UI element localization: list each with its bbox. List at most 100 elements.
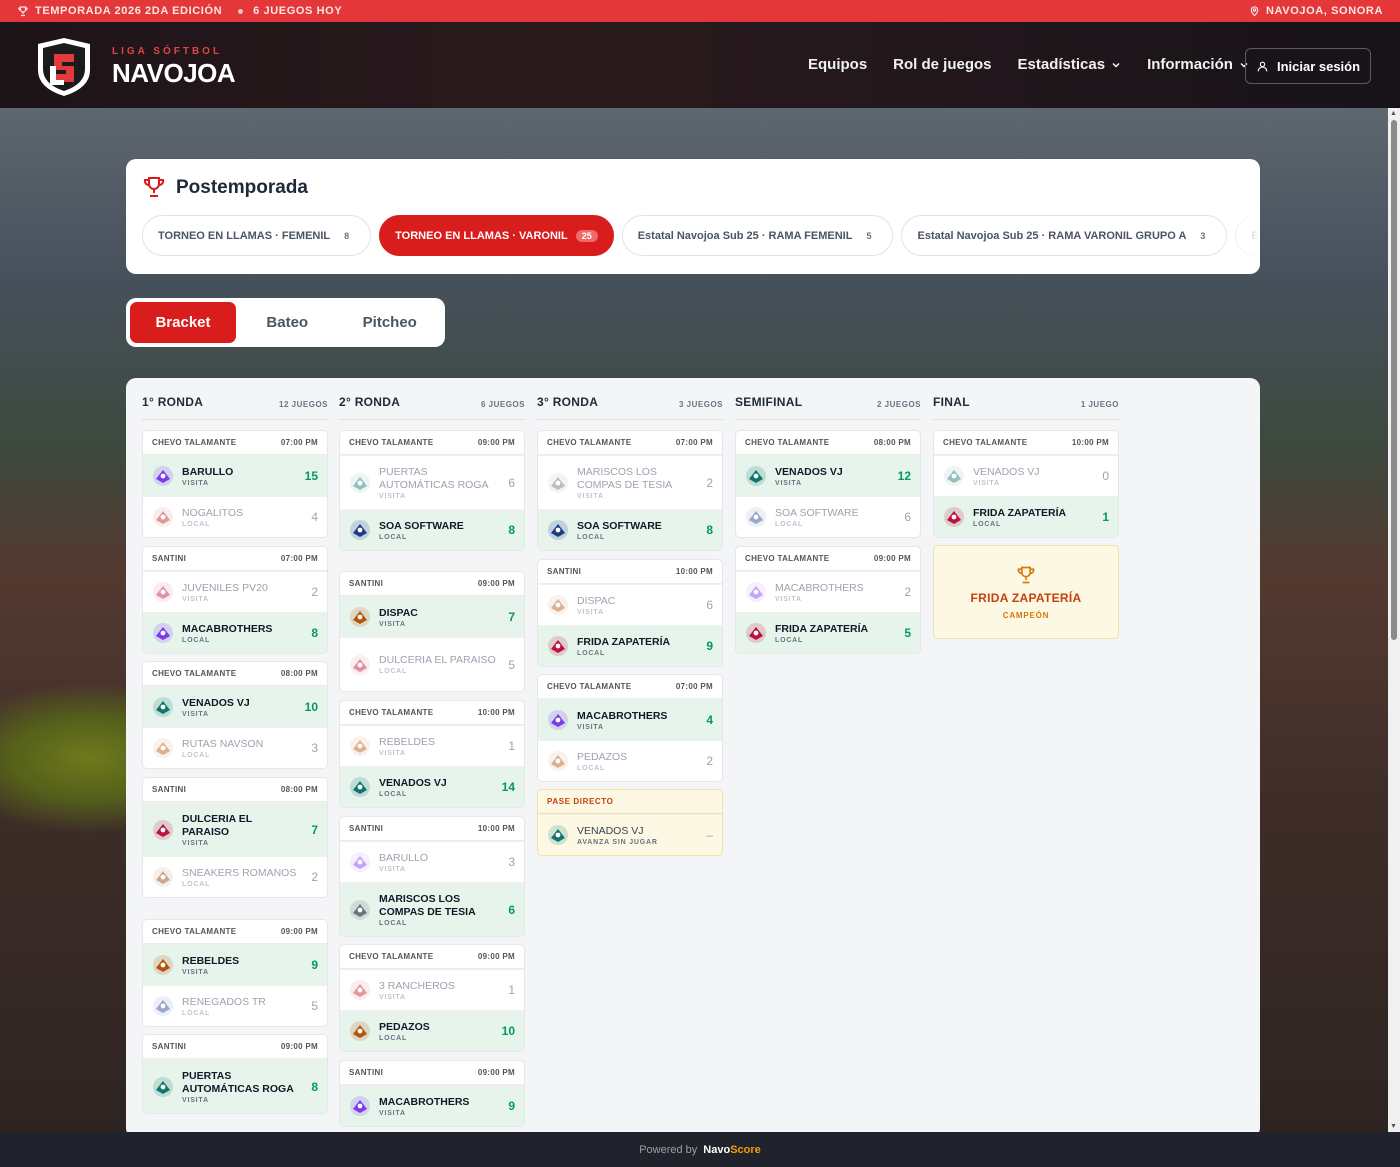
champion-card[interactable]: FRIDA ZAPATERÍA CAMPEÓN [933,545,1119,639]
team-row[interactable]: JUVENILES PV20 VISITA 2 [143,571,327,612]
game-card[interactable]: SANTINI 09:00 PM PUERTAS AUTOMÁTICAS ROGA V… [142,1034,328,1114]
team-name: PUERTAS AUTOMÁTICAS ROGA [379,465,489,491]
team-name: VENADOS VJ [379,776,447,789]
team-row[interactable]: REBELDES VISITA 1 [340,725,524,766]
team-role: LOCAL [379,1034,408,1042]
team-row[interactable]: PEDAZOS LOCAL 10 [340,1010,524,1051]
team-row[interactable]: DULCERIA EL PARAISO VISITA 7 [143,802,327,856]
team-row[interactable]: VENADOS VJ VISITA 12 [736,455,920,496]
game-card[interactable]: SANTINI 10:00 PM BARULLO VISITA 3 MARISCOS LO… [339,816,525,937]
game-card[interactable]: CHEVO TALAMANTE 10:00 PM VENADOS VJ VISITA 0… [933,430,1119,538]
nav-equipos[interactable]: Equipos [808,56,867,73]
team-row[interactable]: PUERTAS AUTOMÁTICAS ROGA VISITA 8 [143,1059,327,1113]
game-card[interactable]: SANTINI 08:00 PM DULCERIA EL PARAISO VISITA… [142,777,328,898]
game-time: 07:00 PM [675,682,713,691]
game-card[interactable]: CHEVO TALAMANTE 10:00 PM REBELDES VISITA 1 VE… [339,700,525,808]
game-card[interactable]: SANTINI 10:00 PM DISPAC VISITA 6 FRIDA ZAPATE… [537,559,723,667]
team-row[interactable]: MACABROTHERS LOCAL 8 [143,612,327,653]
tab-tournament[interactable]: TORNEO EN LLAMAS · VARONIL 25 [379,215,614,256]
team-row[interactable]: RUTAS NAVSON LOCAL 3 [143,727,327,768]
tab-pitcheo[interactable]: Pitcheo [339,302,442,343]
team-info: MACABROTHERS VISITA [379,1096,497,1117]
team-row[interactable]: DULCERIA EL PARAISO LOCAL 5 [340,637,524,691]
team-row[interactable]: FRIDA ZAPATERÍA LOCAL 5 [736,612,920,653]
game-card[interactable]: CHEVO TALAMANTE 08:00 PM VENADOS VJ VISITA 1… [735,430,921,538]
scrollbar[interactable]: ▲ ▼ [1388,108,1400,1132]
scroll-up-icon[interactable]: ▲ [1390,110,1397,117]
game-card[interactable]: CHEVO TALAMANTE 07:00 PM BARULLO VISITA 15 NO… [142,430,328,538]
team-row[interactable]: VENADOS VJ LOCAL 14 [340,766,524,807]
team-logo-icon [350,980,370,1000]
team-row[interactable]: SOA SOFTWARE LOCAL 8 [538,509,722,550]
team-row[interactable]: VENADOS VJ VISITA 0 [934,455,1118,496]
team-role: VISITA [182,710,209,718]
round-header: 1° RONDA 12 JUEGOS [142,378,328,420]
tab-tournament[interactable]: Estatal Navojoa Sub 25 · RAMA VARONIL GR… [901,215,1228,256]
footer-brand[interactable]: NavoScore [703,1144,760,1156]
tab-bracket[interactable]: Bracket [130,302,236,343]
team-name: DISPAC [379,606,418,619]
team-row[interactable]: SNEAKERS ROMANOS LOCAL 2 [143,856,327,897]
nav-informacion[interactable]: Información [1147,56,1249,73]
game-card[interactable]: CHEVO TALAMANTE 07:00 PM MARISCOS LOS COMP… [537,430,723,551]
team-score: 12 [897,469,911,483]
brand-name[interactable]: NAVOJOA [112,58,236,89]
postseason-card: Postemporada TORNEO EN LLAMAS · FEMENIL 8… [126,159,1260,274]
game-field: CHEVO TALAMANTE [349,438,434,447]
team-row[interactable]: MARISCOS LOS COMPAS DE TESIA LOCAL 6 [340,882,524,936]
team-row[interactable]: DISPAC VISITA 7 [340,596,524,637]
game-card[interactable]: SANTINI 09:00 PM DISPAC VISITA 7 DULCERIA EL … [339,571,525,692]
team-row[interactable]: DISPAC VISITA 6 [538,584,722,625]
team-score: 2 [904,585,911,599]
scrollbar-thumb[interactable] [1391,120,1397,640]
team-name: NOGALITOS [182,506,244,519]
tab-tournament[interactable]: TORNEO EN LLAMAS · FEMENIL 8 [142,215,372,256]
game-card[interactable]: CHEVO TALAMANTE 09:00 PM MACABROTHERS VISIT… [735,546,921,654]
team-info: DULCERIA EL PARAISO LOCAL [379,654,497,675]
team-row[interactable]: REBELDES VISITA 9 [143,944,327,985]
game-header: SANTINI 07:00 PM [143,547,327,571]
team-row[interactable]: BARULLO VISITA 15 [143,455,327,496]
team-role: VISITA [379,749,406,757]
game-card[interactable]: CHEVO TALAMANTE 09:00 PM PUERTAS AUTOMÁTIC… [339,430,525,551]
game-card[interactable]: SANTINI 09:00 PM MACABROTHERS VISITA 9 [339,1060,525,1127]
team-row[interactable]: MACABROTHERS VISITA 9 [340,1085,524,1126]
nav-estadisticas[interactable]: Estadísticas [1018,56,1122,73]
team-row[interactable]: FRIDA ZAPATERÍA LOCAL 9 [538,625,722,666]
team-info: SOA SOFTWARE LOCAL [775,507,893,528]
team-row[interactable]: VENADOS VJ AVANZA SIN JUGAR – [538,814,722,855]
game-header: SANTINI 10:00 PM [340,817,524,841]
scroll-down-icon[interactable]: ▼ [1390,1123,1397,1130]
team-row[interactable]: MACABROTHERS VISITA 4 [538,699,722,740]
team-row[interactable]: FRIDA ZAPATERÍA LOCAL 1 [934,496,1118,537]
round-header: FINAL 1 JUEGO [933,378,1119,420]
tab-tournament[interactable]: Estatal Navojoa Sub 25 · RAMA FEMENIL 5 [621,215,894,256]
league-logo-icon[interactable] [34,36,94,98]
game-card[interactable]: CHEVO TALAMANTE 08:00 PM VENADOS VJ VISITA 1… [142,661,328,769]
team-row[interactable]: PUERTAS AUTOMÁTICAS ROGA VISITA 6 [340,455,524,509]
team-row[interactable]: BARULLO VISITA 3 [340,841,524,882]
login-button[interactable]: Iniciar sesión [1245,48,1371,84]
team-row[interactable]: SOA SOFTWARE LOCAL 6 [736,496,920,537]
team-row[interactable]: RENEGADOS TR LOCAL 5 [143,985,327,1026]
team-name: VENADOS VJ [775,465,843,478]
team-logo-icon [153,697,173,717]
team-info: VENADOS VJ VISITA [973,466,1091,487]
team-score: 10 [304,700,318,714]
game-card[interactable]: CHEVO TALAMANTE 07:00 PM MACABROTHERS VISIT… [537,674,723,782]
team-row[interactable]: NOGALITOS LOCAL 4 [143,496,327,537]
nav-rol-de-juegos[interactable]: Rol de juegos [893,56,991,73]
team-row[interactable]: VENADOS VJ VISITA 10 [143,686,327,727]
tab-bateo[interactable]: Bateo [236,302,339,343]
team-row[interactable]: PEDAZOS LOCAL 2 [538,740,722,781]
team-logo-icon [548,710,568,730]
team-row[interactable]: SOA SOFTWARE LOCAL 8 [340,509,524,550]
game-card[interactable]: SANTINI 07:00 PM JUVENILES PV20 VISITA 2 MACA… [142,546,328,654]
team-row[interactable]: MARISCOS LOS COMPAS DE TESIA VISITA 2 [538,455,722,509]
team-row[interactable]: 3 RANCHEROS VISITA 1 [340,969,524,1010]
game-card[interactable]: CHEVO TALAMANTE 09:00 PM REBELDES VISITA 9 RE… [142,919,328,1027]
team-info: REBELDES VISITA [182,955,300,976]
game-card[interactable]: CHEVO TALAMANTE 09:00 PM 3 RANCHEROS VISITA… [339,944,525,1052]
direct-pass-card[interactable]: PASE DIRECTO VENADOS VJ AVANZA SIN JUGAR – [537,789,723,856]
team-row[interactable]: MACABROTHERS VISITA 2 [736,571,920,612]
